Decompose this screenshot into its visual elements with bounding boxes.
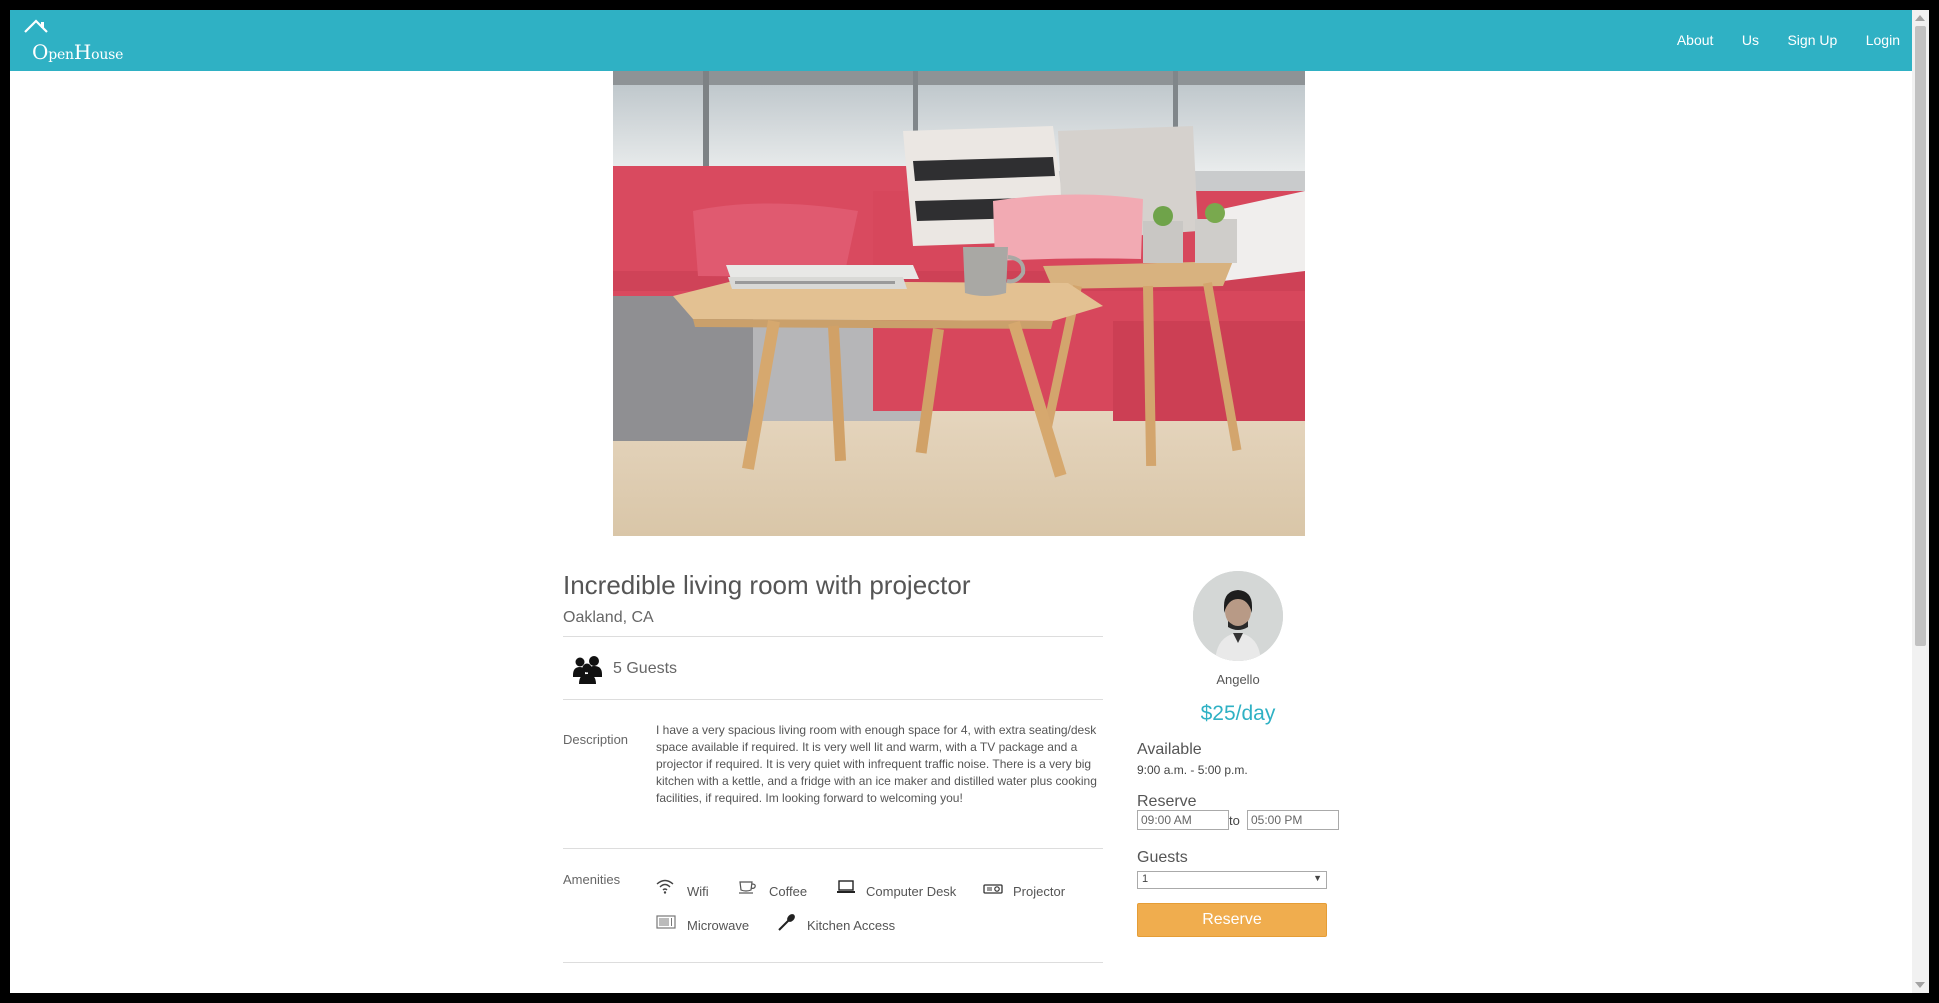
listing-photo <box>613 71 1305 536</box>
nav-link-us[interactable]: Us <box>1742 32 1759 48</box>
start-time-input[interactable] <box>1137 810 1229 830</box>
divider <box>563 962 1103 963</box>
nav-link-sign-up[interactable]: Sign Up <box>1787 32 1837 48</box>
openhouse-logo[interactable]: OpenHouse <box>22 18 132 64</box>
divider <box>563 848 1103 849</box>
nav-links: About Us Sign Up Login <box>1653 32 1900 50</box>
guests-select-value: 1 <box>1142 873 1149 885</box>
browser-viewport: OpenHouse About Us Sign Up Login Incredi… <box>10 10 1929 993</box>
wifi-icon <box>656 878 674 899</box>
guests-icon <box>572 655 604 690</box>
host-name[interactable]: Angello <box>1200 672 1276 687</box>
amenity-wifi: Wifi <box>687 884 709 899</box>
laptop-icon <box>836 880 856 899</box>
amenity-coffee: Coffee <box>769 884 808 899</box>
navbar: OpenHouse About Us Sign Up Login <box>10 10 1912 71</box>
amenity-projector: Projector <box>1013 884 1066 899</box>
coffee-icon <box>738 880 758 899</box>
scroll-down-arrow-icon[interactable] <box>1915 982 1925 988</box>
listing-title: Incredible living room with projector <box>563 570 971 600</box>
listing-description: I have a very spacious living room with … <box>656 723 1097 805</box>
divider <box>563 636 1103 637</box>
to-label: to <box>1229 813 1240 828</box>
description-label: Description <box>563 732 629 747</box>
amenity-microwave: Microwave <box>687 918 750 933</box>
host-avatar[interactable] <box>1193 571 1283 661</box>
listing-location: Oakland, CA <box>563 609 654 626</box>
microwave-icon <box>656 915 676 934</box>
reserve-button[interactable]: Reserve <box>1137 903 1327 937</box>
available-time: 9:00 a.m. - 5:00 p.m. <box>1137 763 1248 777</box>
nav-link-login[interactable]: Login <box>1866 32 1900 48</box>
scroll-up-arrow-icon[interactable] <box>1915 15 1925 21</box>
nav-link-about[interactable]: About <box>1677 32 1714 48</box>
amenity-kitchen-access: Kitchen Access <box>807 918 896 933</box>
vertical-scrollbar[interactable] <box>1912 10 1929 993</box>
guests-heading: Guests <box>1137 849 1188 866</box>
price: $25/day <box>1200 702 1276 725</box>
reserve-heading: Reserve <box>1137 793 1197 810</box>
available-heading: Available <box>1137 741 1202 758</box>
amenities-label: Amenities <box>563 872 621 887</box>
chevron-down-icon: ▼ <box>1313 873 1322 883</box>
end-time-input[interactable] <box>1247 810 1339 830</box>
guests-select[interactable]: 1 ▼ <box>1137 871 1327 889</box>
amenity-computer-desk: Computer Desk <box>866 884 957 899</box>
kitchen-utensil-icon <box>777 912 797 937</box>
logo-text: OpenHouse <box>32 40 124 64</box>
divider <box>563 699 1103 700</box>
scroll-thumb[interactable] <box>1915 26 1926 646</box>
guest-capacity: 5 Guests <box>613 660 678 677</box>
projector-icon <box>983 882 1003 900</box>
